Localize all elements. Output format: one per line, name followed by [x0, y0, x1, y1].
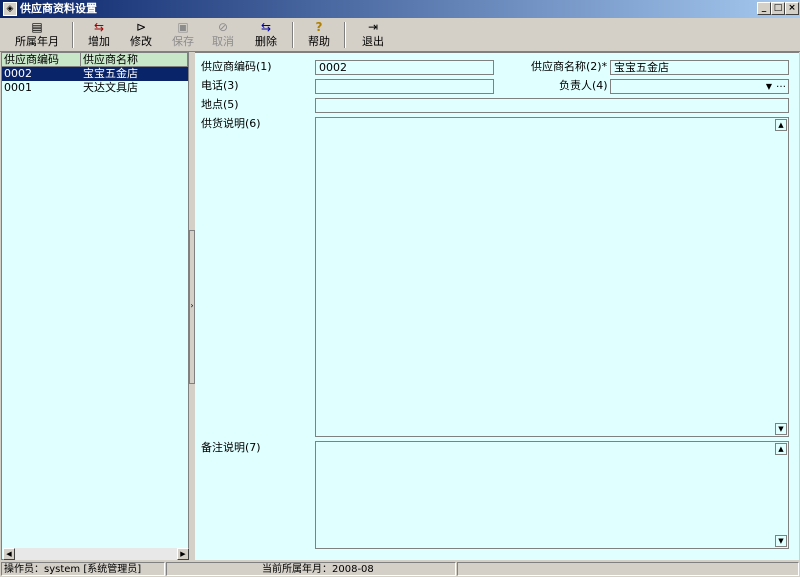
status-bar: 操作员：system [系统管理员] 当前所属年月：2008-08: [0, 561, 800, 577]
scroll-down-icon[interactable]: ▼: [775, 423, 787, 435]
edit-button[interactable]: ⊳ 修改: [124, 19, 158, 51]
supplier-name-cell: 宝宝五金店: [83, 67, 138, 80]
table-row[interactable]: 0001 天达文具店: [2, 81, 188, 95]
edit-icon: ⊳: [135, 20, 147, 34]
help-button[interactable]: ? 帮助: [302, 19, 336, 51]
supplier-list: 供应商编码 供应商名称 0002 宝宝五金店 0001 天达文具店 ◀ ▶: [1, 52, 189, 560]
supplier-name-cell: 天达文具店: [83, 81, 138, 94]
delete-button[interactable]: ⇆ 删除: [248, 19, 284, 51]
contact-label: 负责人(4): [559, 79, 608, 92]
supplier-code-field[interactable]: 0002: [315, 60, 494, 75]
save-icon: ▣: [177, 20, 189, 34]
save-button-label: 保存: [172, 35, 194, 48]
maximize-button[interactable]: □: [771, 2, 785, 15]
period-status: 当前所属年月：2008-08: [166, 562, 456, 576]
scroll-up-icon[interactable]: ▲: [775, 119, 787, 131]
add-icon: ⇆: [93, 20, 105, 34]
save-button[interactable]: ▣ 保存: [166, 19, 200, 51]
exit-button[interactable]: ⇥ 退出: [356, 19, 390, 51]
name-label: 供应商名称(2)*: [531, 60, 608, 73]
app-icon[interactable]: ◈: [3, 2, 17, 16]
code-label: 供应商编码(1): [201, 60, 272, 73]
status-panel-empty: [457, 562, 799, 576]
horizontal-scrollbar[interactable]: ◀ ▶: [3, 548, 189, 560]
scroll-down-icon[interactable]: ▼: [775, 535, 787, 547]
add-button[interactable]: ⇆ 增加: [82, 19, 116, 51]
phone-label: 电话(3): [201, 79, 239, 92]
supplier-code-cell: 0002: [4, 67, 32, 80]
column-header-name[interactable]: 供应商名称: [81, 53, 188, 67]
operator-status: 操作员：system [系统管理员]: [1, 562, 165, 576]
toolbar: ▤ 所属年月 ⇆ 增加 ⊳ 修改 ▣ 保存 ⊘ 取消 ⇆ 删除 ? 帮助 ⇥ 退…: [0, 18, 800, 52]
scroll-left-icon[interactable]: ◀: [3, 548, 15, 560]
cancel-button[interactable]: ⊘ 取消: [206, 19, 240, 51]
help-button-label: 帮助: [308, 35, 330, 48]
phone-field[interactable]: [315, 79, 494, 94]
cancel-icon: ⊘: [217, 20, 229, 34]
column-header-code[interactable]: 供应商编码: [2, 53, 81, 67]
title-bar: ◈ 供应商资料设置 _ □ ×: [0, 0, 800, 18]
remark-label: 备注说明(7): [201, 441, 261, 454]
delete-button-label: 删除: [255, 35, 277, 48]
scroll-up-icon[interactable]: ▲: [775, 443, 787, 455]
address-label: 地点(5): [201, 98, 239, 111]
supply-desc-label: 供货说明(6): [201, 117, 261, 130]
supplier-form: 供应商编码(1) 0002 供应商名称(2)* 宝宝五金店 电话(3) 负责人(…: [195, 52, 799, 560]
remark-textarea[interactable]: ▲ ▼: [315, 441, 789, 549]
window-title: 供应商资料设置: [20, 2, 97, 15]
more-icon[interactable]: …: [776, 78, 786, 91]
close-button[interactable]: ×: [785, 2, 799, 15]
supply-desc-textarea[interactable]: ▲ ▼: [315, 117, 789, 437]
delete-icon: ⇆: [260, 20, 272, 34]
address-field[interactable]: [315, 98, 789, 113]
supplier-name-field[interactable]: 宝宝五金店: [610, 60, 789, 75]
supplier-list-header: 供应商编码 供应商名称: [2, 53, 188, 67]
chevron-down-icon[interactable]: ▼: [766, 80, 772, 93]
help-icon: ?: [315, 20, 323, 34]
add-button-label: 增加: [88, 35, 110, 48]
scroll-right-icon[interactable]: ▶: [177, 548, 189, 560]
table-row[interactable]: 0002 宝宝五金店: [2, 67, 188, 81]
supplier-code-cell: 0001: [4, 81, 32, 94]
exit-button-label: 退出: [362, 35, 384, 48]
minimize-button[interactable]: _: [757, 2, 771, 15]
calendar-icon: ▤: [31, 20, 43, 34]
cancel-button-label: 取消: [212, 35, 234, 48]
period-button[interactable]: ▤ 所属年月: [8, 19, 66, 51]
edit-button-label: 修改: [130, 35, 152, 48]
exit-icon: ⇥: [367, 20, 379, 34]
period-button-label: 所属年月: [15, 35, 59, 48]
contact-combo[interactable]: ▼ …: [610, 79, 789, 94]
